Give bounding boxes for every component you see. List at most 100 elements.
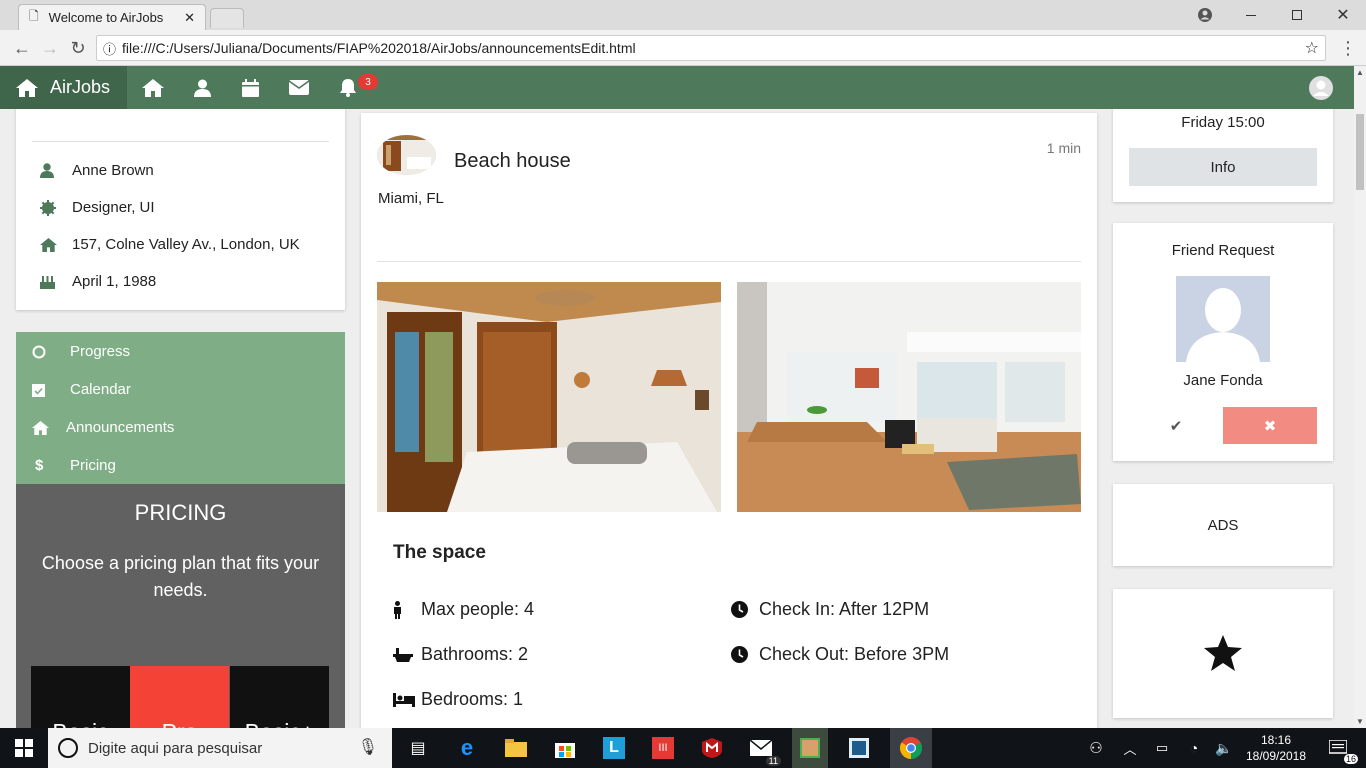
home-icon <box>16 78 38 97</box>
url-input[interactable]: ⓘ file:///C:/Users/Juliana/Documents/FIA… <box>96 35 1326 61</box>
plan-pro[interactable]: Pro <box>130 666 229 728</box>
page-scrollbar[interactable]: ▲ ▼ <box>1354 66 1366 728</box>
clock-icon <box>731 601 759 618</box>
page-icon: 🗋 <box>29 9 39 23</box>
friend-request-title: Friend Request <box>1171 242 1275 259</box>
menu-item-label: Announcements <box>66 419 175 436</box>
browser-tab-bar: 🗋 Welcome to AirJobs ✕ ✕ <box>0 0 1366 30</box>
pricing-subtitle: Choose a pricing plan that fits your nee… <box>41 553 320 600</box>
nav-envelope-icon[interactable] <box>279 66 319 109</box>
taskbar-clock[interactable]: 18:16 18/09/2018 <box>1244 732 1308 764</box>
people-icon[interactable]: ⚇ <box>1080 732 1112 764</box>
nav-home-icon[interactable] <box>133 66 173 109</box>
url-text: file:///C:/Users/Juliana/Documents/FIAP%… <box>122 40 636 56</box>
max-people-fact: Max people: 4 <box>393 599 534 620</box>
main-content: Anne Brown Designer, UI 157, Colne Valle… <box>0 109 1354 728</box>
mail-badge: 11 <box>765 756 781 766</box>
announcement-card: Beach house 1 min Miami, FL The space Ma… <box>361 113 1097 728</box>
profile-avatar-icon[interactable] <box>1301 66 1341 109</box>
cog-icon <box>40 199 72 216</box>
profile-info-card: Anne Brown Designer, UI 157, Colne Valle… <box>16 109 345 310</box>
clock-date: 18/09/2018 <box>1245 749 1307 763</box>
app-red-icon[interactable]: III <box>647 732 679 764</box>
nav-user-icon[interactable] <box>182 66 222 109</box>
profile-birthday-row: April 1, 1988 <box>40 273 156 290</box>
reload-icon[interactable]: ↻ <box>66 36 90 60</box>
brand[interactable]: AirJobs <box>0 66 127 109</box>
edge-icon[interactable]: e <box>451 732 483 764</box>
pricing-title: PRICING <box>134 500 227 525</box>
taskbar-search-input[interactable]: Digite aqui para pesquisar 🎙 <box>48 728 392 768</box>
bedroom-photo[interactable] <box>377 282 721 512</box>
app-navbar: AirJobs 3 <box>0 66 1354 109</box>
search-placeholder: Digite aqui para pesquisar <box>88 739 263 757</box>
mcafee-icon[interactable] <box>696 732 728 764</box>
user-icon <box>40 163 72 178</box>
close-window-icon[interactable]: ✕ <box>1320 0 1366 30</box>
show-hidden-icons-chevron[interactable]: ︿ <box>1114 732 1146 764</box>
check-in-text: Check In: After 12PM <box>759 599 930 619</box>
reject-times-icon[interactable]: ✖ <box>1223 407 1317 444</box>
menu-item-label: Pricing <box>70 457 116 474</box>
announcement-thumbnail[interactable] <box>377 135 436 175</box>
bathrooms-fact: Bathrooms: 2 <box>393 644 528 665</box>
mail-icon[interactable]: 11 <box>745 732 781 766</box>
microphone-icon[interactable]: 🎙 <box>358 737 378 757</box>
accept-check-icon[interactable]: ✔ <box>1129 407 1223 444</box>
scroll-down-icon[interactable]: ▼ <box>1356 717 1364 726</box>
info-button[interactable]: Info <box>1129 148 1317 186</box>
side-menu: Progress Calendar Announcements $ Pricin… <box>16 332 345 484</box>
back-icon[interactable]: ← <box>10 36 34 60</box>
menu-item-calendar[interactable]: Calendar <box>32 381 131 398</box>
nav-calendar-icon[interactable] <box>230 66 270 109</box>
scroll-up-icon[interactable]: ▲ <box>1356 68 1364 77</box>
minimize-icon[interactable] <box>1228 0 1274 30</box>
tab-close-icon[interactable]: ✕ <box>184 10 195 26</box>
battery-icon[interactable]: ▭ <box>1146 732 1178 764</box>
profile-birthday: April 1, 1988 <box>72 273 157 290</box>
file-explorer-icon[interactable] <box>500 732 532 764</box>
app-l-icon[interactable]: L <box>598 732 630 764</box>
windows-start-icon[interactable] <box>8 732 40 764</box>
menu-item-pricing[interactable]: $ Pricing <box>32 457 116 474</box>
plan-basic[interactable]: Basic <box>31 666 130 728</box>
account-icon[interactable] <box>1182 0 1228 30</box>
plan-basic-plus[interactable]: Basic+ <box>230 666 329 728</box>
volume-icon[interactable]: 🔈 <box>1208 732 1240 764</box>
brand-name: AirJobs <box>50 77 111 97</box>
browser-menu-icon[interactable]: ⋮ <box>1336 36 1360 60</box>
browser-tab[interactable]: 🗋 Welcome to AirJobs ✕ <box>18 4 206 30</box>
store-icon[interactable] <box>549 732 581 764</box>
action-center-icon[interactable]: 16 <box>1322 732 1358 764</box>
info-icon: ⓘ <box>103 41 117 57</box>
clock-time: 18:16 <box>1260 733 1292 747</box>
profile-name: Anne Brown <box>72 162 154 179</box>
dollar-icon: $ <box>35 457 44 474</box>
divider <box>377 261 1081 262</box>
birthday-cake-icon <box>40 274 72 289</box>
profile-address-row: 157, Colne Valley Av., London, UK <box>40 236 300 253</box>
ads-label: ADS <box>1207 517 1239 534</box>
restore-icon[interactable] <box>1274 0 1320 30</box>
event-card: Friday 15:00 Info <box>1113 109 1333 202</box>
task-view-icon[interactable]: ▤ <box>402 732 434 764</box>
photos-app-icon[interactable] <box>792 728 828 768</box>
new-tab-button[interactable] <box>210 8 244 28</box>
scrollbar-thumb[interactable] <box>1356 114 1364 190</box>
wifi-icon[interactable]: ◔ <box>1178 732 1210 764</box>
star-icon[interactable] <box>1204 635 1242 676</box>
favorite-card <box>1113 589 1333 718</box>
menu-item-announcements[interactable]: Announcements <box>32 419 174 436</box>
chrome-icon[interactable] <box>890 728 932 768</box>
menu-item-progress[interactable]: Progress <box>32 343 130 360</box>
action-center-badge: 16 <box>1343 754 1358 764</box>
living-room-photo[interactable] <box>737 282 1081 512</box>
profile-address: 157, Colne Valley Av., London, UK <box>72 236 300 253</box>
clock-icon <box>731 646 759 663</box>
bookmark-star-icon[interactable]: ☆ <box>1305 38 1319 58</box>
ads-card: ADS <box>1113 484 1333 566</box>
calendar-check-icon <box>32 382 70 397</box>
app-frame-icon[interactable] <box>843 732 875 764</box>
forward-icon[interactable]: → <box>38 36 62 60</box>
tab-title: Welcome to AirJobs <box>48 10 164 25</box>
